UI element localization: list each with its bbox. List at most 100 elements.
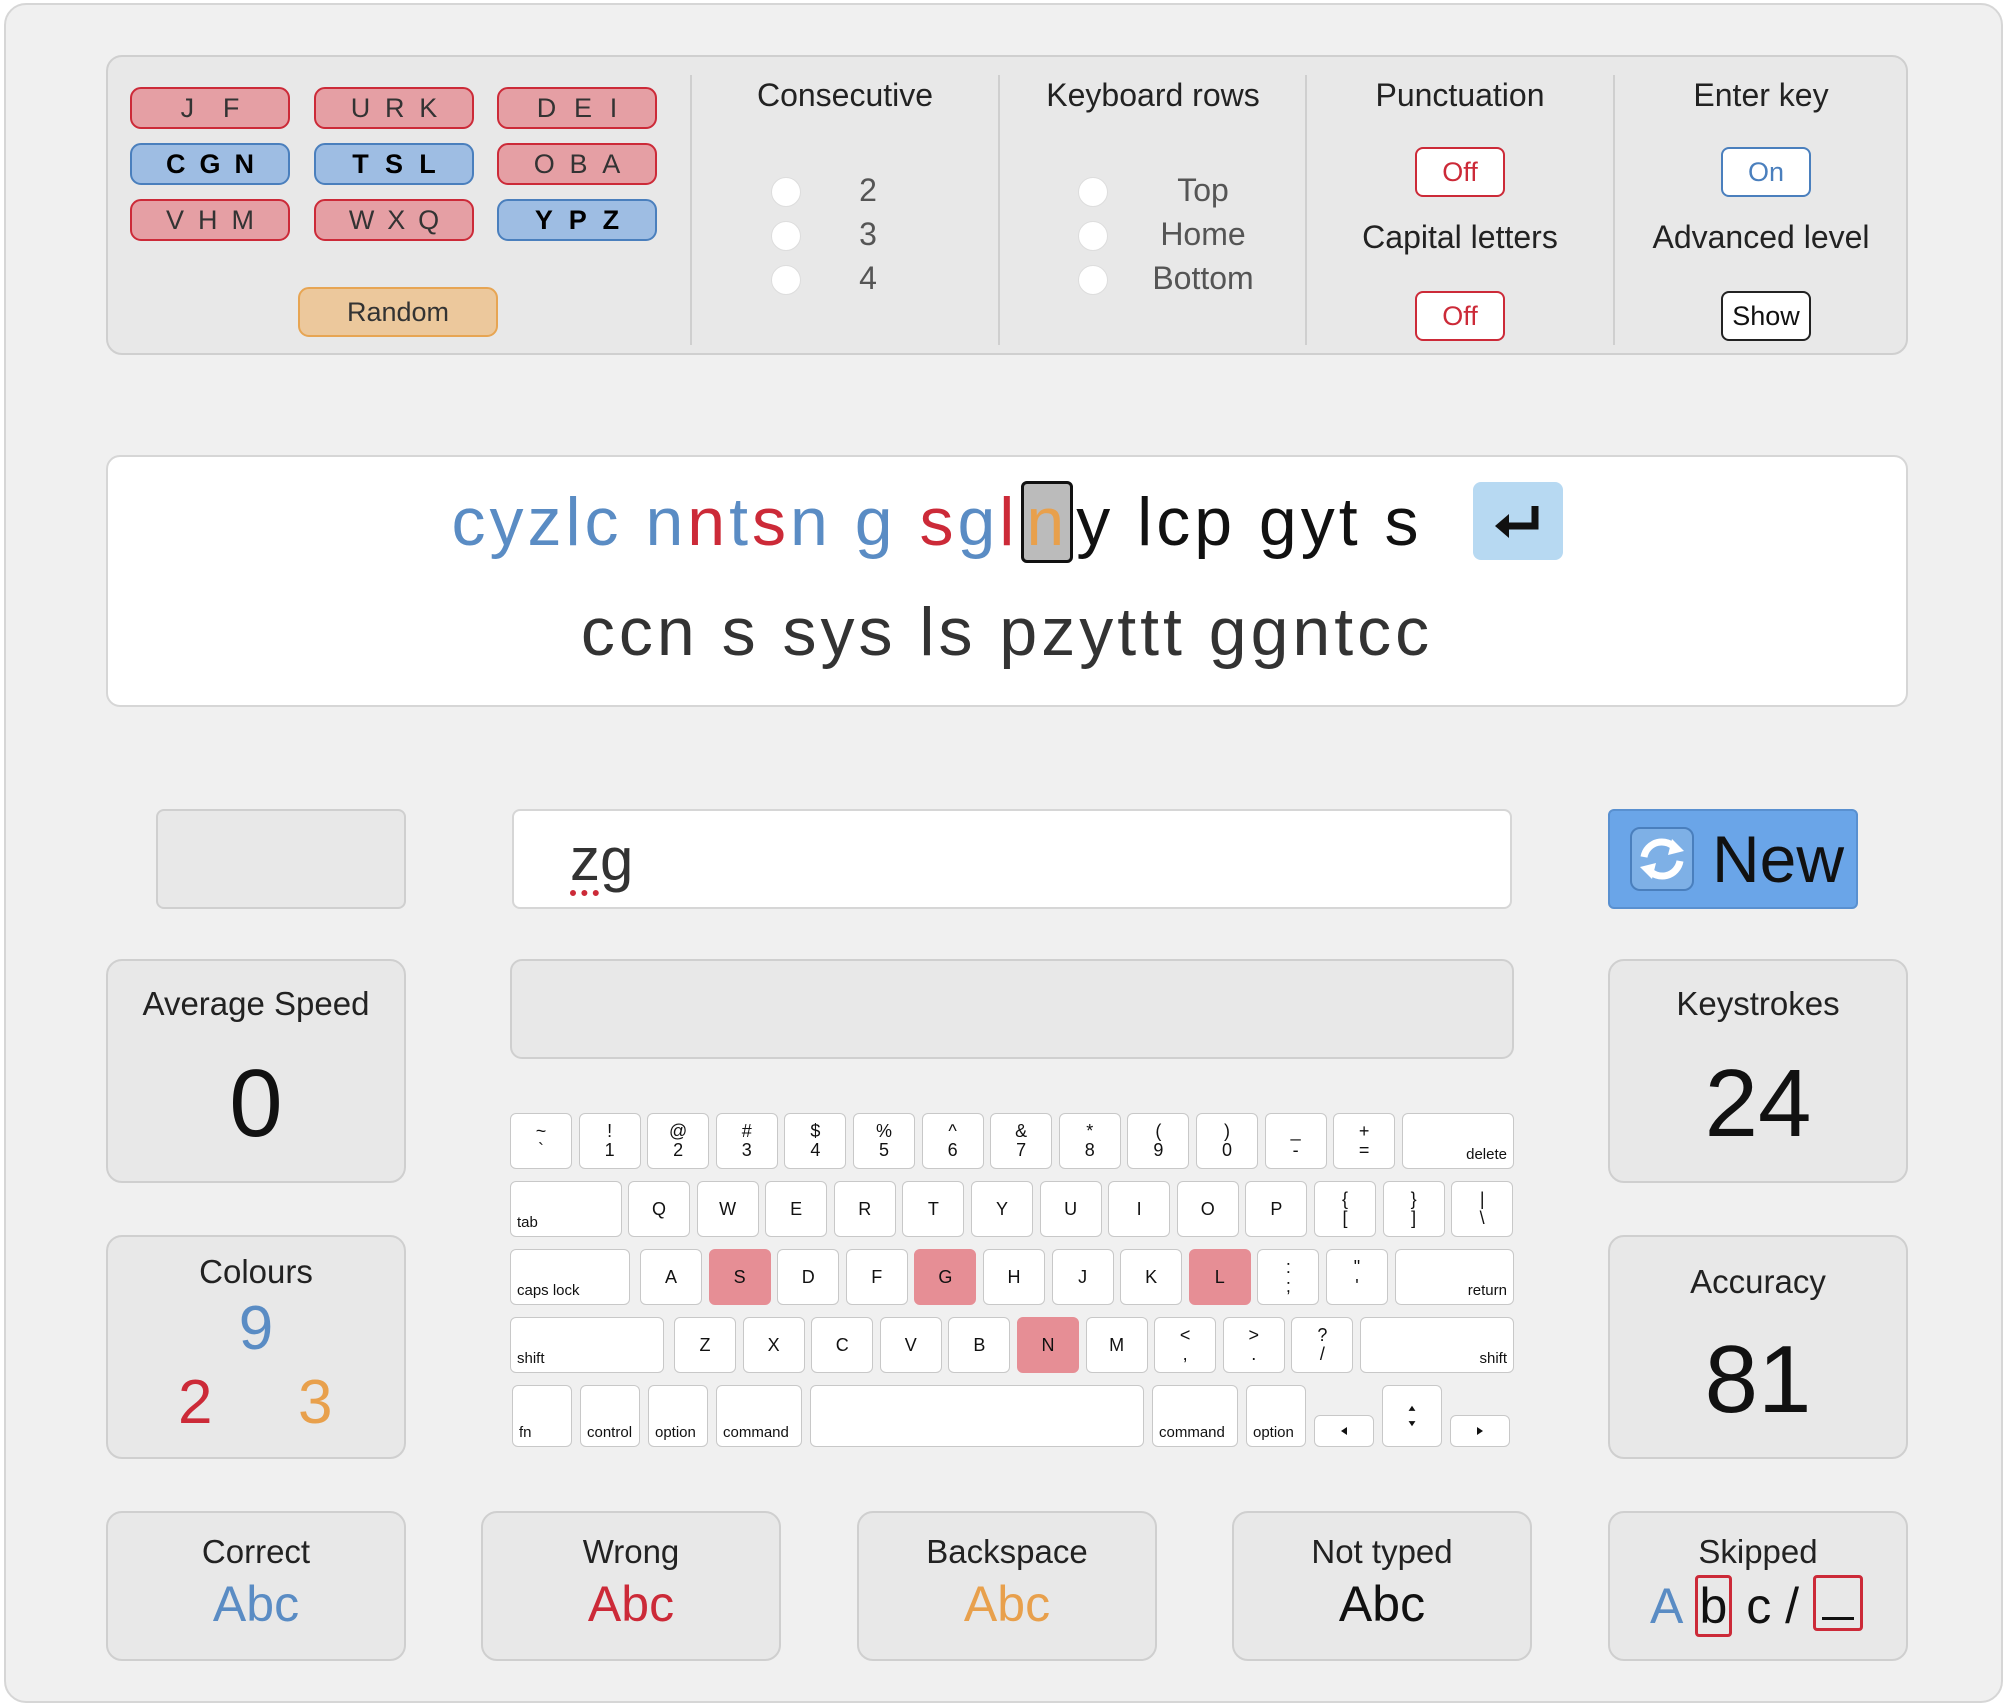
key-fn[interactable]: fn: [512, 1385, 572, 1447]
key-label: M: [1109, 1334, 1125, 1355]
enter-key-toggle[interactable]: On: [1721, 147, 1811, 197]
key-b[interactable]: B: [948, 1317, 1011, 1373]
key-command-left[interactable]: command: [716, 1385, 802, 1447]
key-t[interactable]: T: [902, 1181, 965, 1237]
key-label: `: [538, 1140, 544, 1160]
letter-group-tsl[interactable]: TSL: [314, 143, 474, 185]
key-punct[interactable]: :;: [1257, 1249, 1320, 1305]
key-caps-lock[interactable]: caps lock: [510, 1249, 630, 1305]
key-w[interactable]: W: [696, 1181, 759, 1237]
key-punct[interactable]: ? /: [1291, 1317, 1354, 1373]
key-8[interactable]: * 8: [1058, 1113, 1121, 1169]
consecutive-radio-4[interactable]: [771, 265, 801, 295]
arrow-left-icon[interactable]: [1314, 1415, 1374, 1447]
letter-group-wxq[interactable]: WXQ: [314, 199, 474, 241]
key-r[interactable]: R: [833, 1181, 896, 1237]
key-punct[interactable]: >.: [1222, 1317, 1285, 1373]
key-3[interactable]: #3: [715, 1113, 778, 1169]
key-u[interactable]: U: [1039, 1181, 1102, 1237]
key-k[interactable]: K: [1120, 1249, 1183, 1305]
consecutive-radio-3[interactable]: [771, 221, 801, 251]
key-command-right[interactable]: command: [1152, 1385, 1238, 1447]
letter-group-urk[interactable]: URK: [314, 87, 474, 129]
key-j[interactable]: J: [1051, 1249, 1114, 1305]
key-s[interactable]: S: [708, 1249, 771, 1305]
consecutive-radio-2[interactable]: [771, 177, 801, 207]
letter-group-letter: G: [199, 148, 221, 179]
key-space[interactable]: [810, 1385, 1144, 1447]
key-d[interactable]: D: [777, 1249, 840, 1305]
key-p[interactable]: P: [1245, 1181, 1308, 1237]
key-return[interactable]: return: [1394, 1249, 1514, 1305]
random-button[interactable]: Random: [298, 287, 498, 337]
letter-group-cgn[interactable]: CGN: [130, 143, 290, 185]
key-delete[interactable]: delete: [1401, 1113, 1514, 1169]
key-\[interactable]: | \: [1451, 1181, 1514, 1237]
key-9[interactable]: (9: [1127, 1113, 1190, 1169]
key-label: 8: [1084, 1140, 1095, 1160]
text-segment: s: [752, 484, 791, 560]
key-5[interactable]: % 5: [853, 1113, 915, 1169]
key-option-left[interactable]: option: [648, 1385, 708, 1447]
key-m[interactable]: M: [1085, 1317, 1148, 1373]
keystrokes-value: 24: [1704, 1050, 1812, 1157]
key-][interactable]: }]: [1382, 1181, 1445, 1237]
key-h[interactable]: H: [983, 1249, 1045, 1305]
key-y[interactable]: Y: [971, 1181, 1033, 1237]
key-option-right[interactable]: option: [1246, 1385, 1306, 1447]
key-g[interactable]: G: [914, 1249, 977, 1305]
keyboard-rows-radio-top[interactable]: [1078, 177, 1108, 207]
key-6[interactable]: ^ 6: [921, 1113, 984, 1169]
key-v[interactable]: V: [879, 1317, 942, 1373]
arrow-up-down-icon[interactable]: [1382, 1385, 1442, 1447]
letter-group-vhm[interactable]: VHM: [130, 199, 290, 241]
letter-group-oba[interactable]: OBA: [497, 143, 657, 185]
legend-not-typed-sample: Abc: [1338, 1576, 1426, 1632]
arrow-right-icon[interactable]: [1450, 1415, 1510, 1447]
key-0[interactable]: ) 0: [1196, 1113, 1258, 1169]
letter-group-jf[interactable]: JF: [130, 87, 290, 129]
key-label: =: [1358, 1140, 1370, 1160]
typing-input[interactable]: zg: [512, 809, 1512, 909]
key-e[interactable]: E: [765, 1181, 828, 1237]
key-[[interactable]: {[: [1314, 1181, 1376, 1237]
key-i[interactable]: I: [1108, 1181, 1171, 1237]
key-punct[interactable]: " ': [1326, 1249, 1388, 1305]
key-shift-left[interactable]: shift: [510, 1317, 664, 1373]
key-control[interactable]: control: [580, 1385, 640, 1447]
blank-panel-center: [510, 959, 1514, 1059]
key-x[interactable]: X: [742, 1317, 805, 1373]
key-4[interactable]: $4: [784, 1113, 847, 1169]
key-`[interactable]: ~ `: [510, 1113, 572, 1169]
key-punct[interactable]: <,: [1154, 1317, 1217, 1373]
keyboard-rows-radio-home[interactable]: [1078, 221, 1108, 251]
key-z[interactable]: Z: [674, 1317, 736, 1373]
new-button[interactable]: New: [1608, 809, 1858, 909]
key-f[interactable]: F: [845, 1249, 908, 1305]
key-label: ": [1353, 1257, 1361, 1277]
key-q[interactable]: Q: [628, 1181, 690, 1237]
key-shift-right[interactable]: shift: [1360, 1317, 1514, 1373]
letter-group-ypz[interactable]: YPZ: [497, 199, 657, 241]
key-l[interactable]: L: [1188, 1249, 1251, 1305]
letter-group-dei[interactable]: DEI: [497, 87, 657, 129]
key-n[interactable]: N: [1017, 1317, 1079, 1373]
key-tab[interactable]: tab: [510, 1181, 622, 1237]
key-7[interactable]: & 7: [990, 1113, 1053, 1169]
key-a[interactable]: A: [640, 1249, 702, 1305]
key-c[interactable]: C: [811, 1317, 874, 1373]
key-1[interactable]: ! 1: [578, 1113, 641, 1169]
letter-group-letter: F: [222, 92, 240, 123]
letter-group-letter: S: [384, 148, 403, 179]
key--[interactable]: _ -: [1264, 1113, 1327, 1169]
key-2[interactable]: @2: [647, 1113, 710, 1169]
keyboard-rows-radio-bottom[interactable]: [1078, 265, 1108, 295]
capital-letters-toggle[interactable]: Off: [1415, 291, 1505, 341]
key-o[interactable]: O: [1176, 1181, 1239, 1237]
advanced-level-show-button[interactable]: Show: [1721, 291, 1811, 341]
skipped-sample-c: c: [1746, 1578, 1772, 1634]
key-label: {: [1341, 1189, 1348, 1209]
punctuation-toggle[interactable]: Off: [1415, 147, 1505, 197]
key-=[interactable]: + =: [1333, 1113, 1396, 1169]
key-label: /: [1319, 1344, 1325, 1364]
